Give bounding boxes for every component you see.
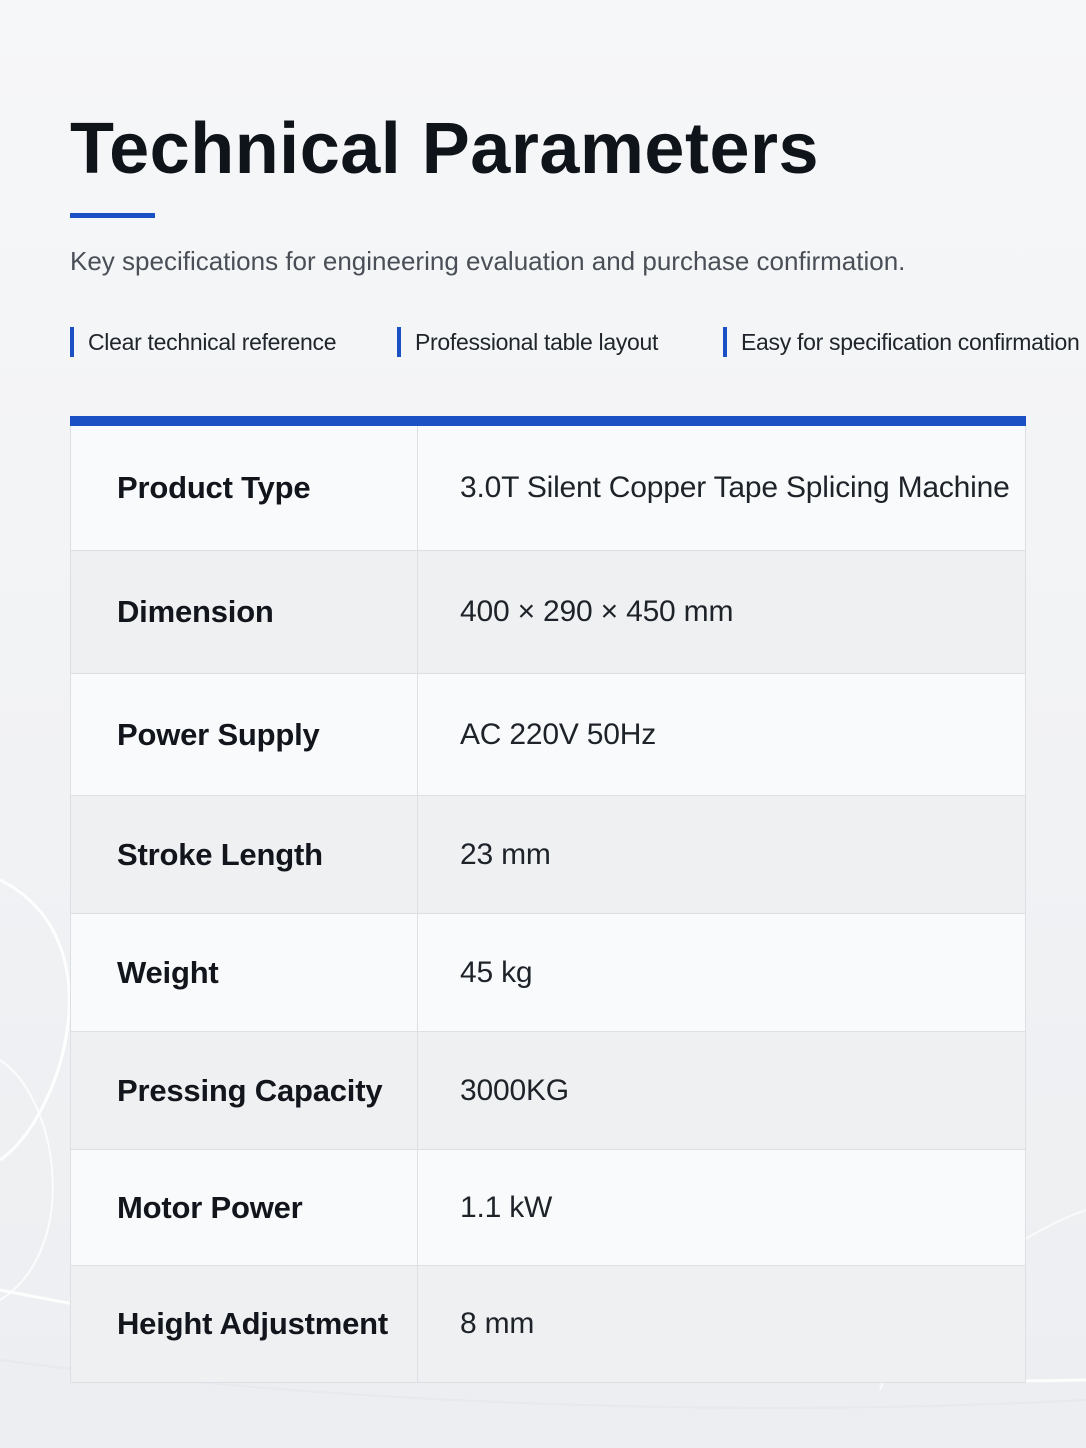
title-underline — [70, 213, 155, 218]
feature-list: Clear technical reference Professional t… — [70, 326, 1086, 358]
row-label: Power Supply — [71, 674, 418, 795]
feature-item: Easy for specification confirmation — [723, 326, 1080, 358]
row-value: 3000KG — [460, 1073, 569, 1107]
row-label: Weight — [71, 914, 418, 1031]
page-title: Technical Parameters — [70, 109, 820, 189]
row-value: 45 kg — [460, 955, 533, 989]
table-row: Dimension 400 × 290 × 450 mm — [70, 551, 1026, 674]
feature-bar-icon — [723, 327, 727, 357]
row-label: Motor Power — [71, 1150, 418, 1265]
table-row: Stroke Length 23 mm — [70, 796, 1026, 914]
table-row: Power Supply AC 220V 50Hz — [70, 674, 1026, 796]
table-row: Weight 45 kg — [70, 914, 1026, 1032]
row-label: Dimension — [71, 551, 418, 673]
row-label: Pressing Capacity — [71, 1032, 418, 1149]
feature-item: Clear technical reference — [70, 326, 336, 358]
feature-label: Professional table layout — [415, 328, 659, 355]
feature-bar-icon — [397, 327, 401, 357]
spec-table: Product Type 3.0T Silent Copper Tape Spl… — [70, 416, 1026, 1383]
row-value: 400 × 290 × 450 mm — [460, 595, 734, 628]
page-subtitle: Key specifications for engineering evalu… — [70, 246, 906, 276]
table-row: Motor Power 1.1 kW — [70, 1150, 1026, 1266]
feature-item: Professional table layout — [397, 326, 658, 358]
feature-bar-icon — [70, 327, 74, 357]
row-value: 8 mm — [460, 1307, 535, 1340]
row-label: Height Adjustment — [71, 1266, 418, 1382]
row-value: 23 mm — [460, 837, 551, 871]
table-row: Product Type 3.0T Silent Copper Tape Spl… — [70, 426, 1026, 551]
row-label: Stroke Length — [71, 796, 418, 913]
row-value: 1.1 kW — [460, 1190, 553, 1224]
feature-label: Clear technical reference — [88, 328, 337, 355]
table-row: Height Adjustment 8 mm — [70, 1266, 1026, 1383]
table-row: Pressing Capacity 3000KG — [70, 1032, 1026, 1150]
row-label: Product Type — [71, 426, 418, 550]
feature-label: Easy for specification confirmation — [741, 328, 1080, 355]
row-value: 3.0T Silent Copper Tape Splicing Machine — [460, 471, 1010, 504]
row-value: AC 220V 50Hz — [460, 717, 657, 751]
